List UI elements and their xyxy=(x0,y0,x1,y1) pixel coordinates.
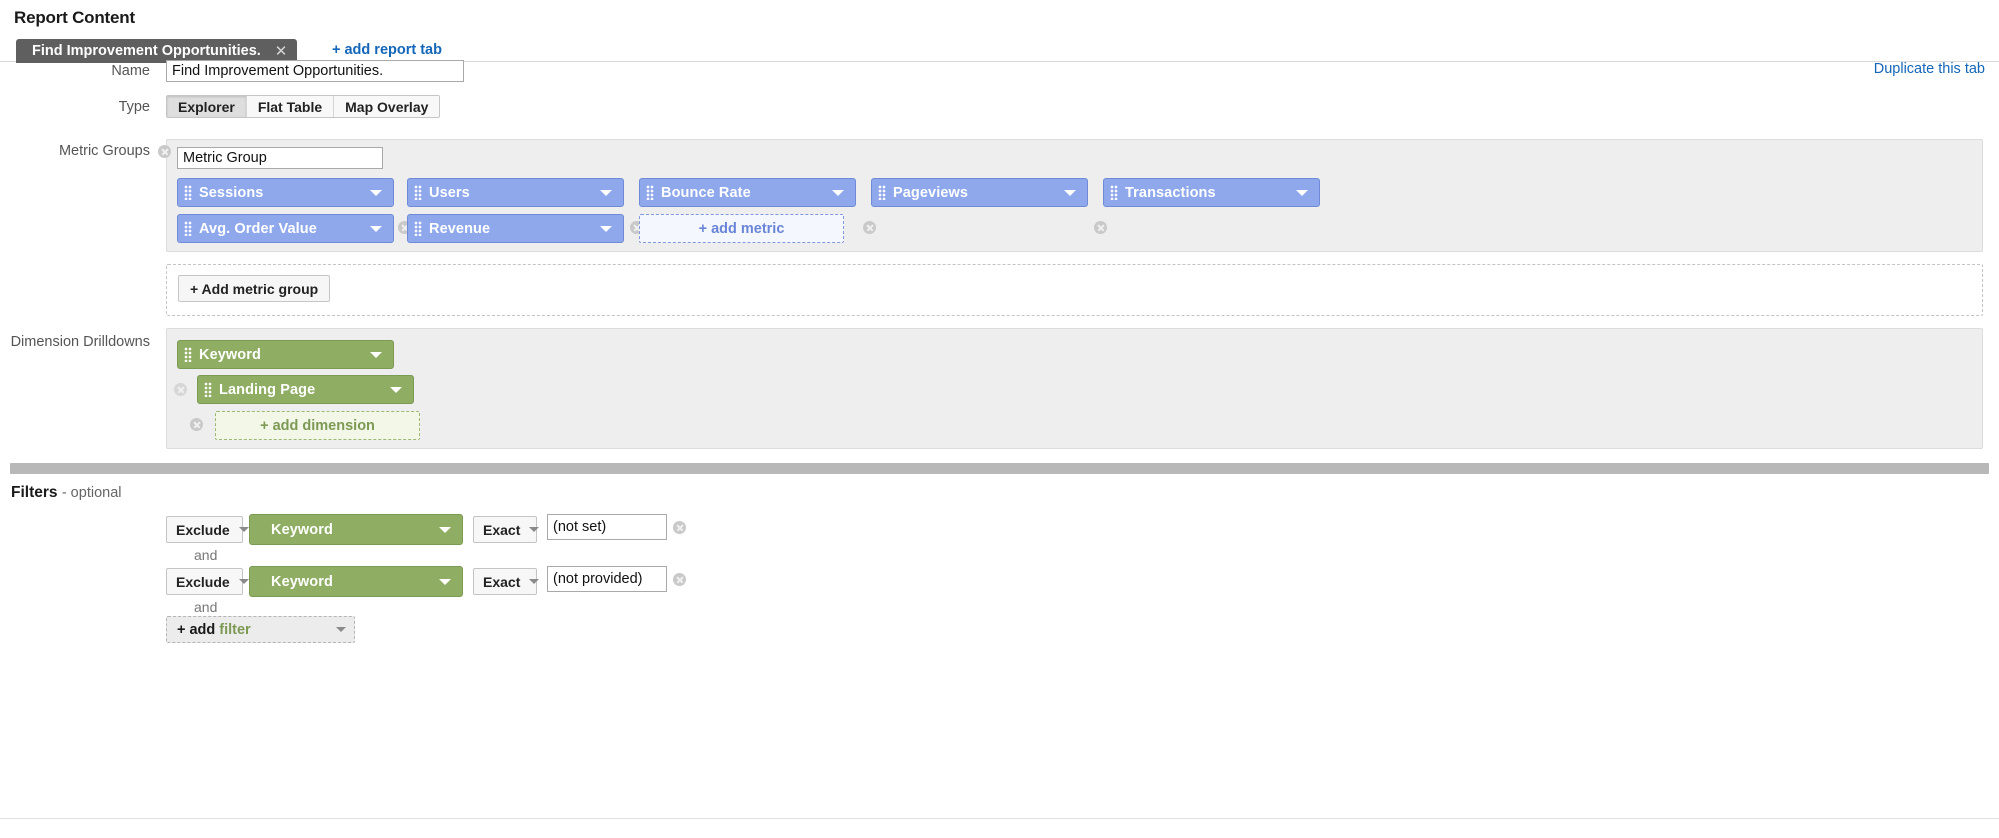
filter-conjunction-1: and xyxy=(194,547,218,563)
chevron-down-icon[interactable] xyxy=(370,225,382,232)
metric-groups-label: Metric Groups xyxy=(58,143,150,159)
metric-pill-label: Transactions xyxy=(1125,184,1216,201)
filter-dimension-label: Keyword xyxy=(271,573,333,590)
metric-pill-sessions[interactable]: Sessions xyxy=(177,178,394,207)
filters-title: Filters xyxy=(11,484,58,501)
add-filter-button[interactable]: + add filter xyxy=(166,616,355,643)
add-metric-group-strip: + Add metric group xyxy=(166,264,1983,316)
type-option-flat-table[interactable]: Flat Table xyxy=(246,96,335,117)
add-report-tab-button[interactable]: + add report tab xyxy=(332,42,442,58)
report-tab-label: Find Improvement Opportunities. xyxy=(32,43,261,59)
filters-subtitle: - optional xyxy=(61,485,122,501)
filter-match-select-1[interactable]: Exact xyxy=(473,516,540,543)
remove-dimension-icon[interactable] xyxy=(190,418,203,431)
metric-group-name-input[interactable] xyxy=(177,147,383,169)
dimension-pill-keyword[interactable]: Keyword xyxy=(177,340,394,369)
chevron-down-icon[interactable] xyxy=(238,579,249,584)
drag-handle-icon[interactable] xyxy=(184,347,193,362)
add-metric-group-button[interactable]: + Add metric group xyxy=(178,275,331,302)
filter-match-label: Exact xyxy=(483,573,521,590)
horizontal-scrollbar[interactable] xyxy=(10,463,1989,474)
drag-handle-icon[interactable] xyxy=(184,185,193,200)
remove-filter-icon[interactable] xyxy=(673,573,686,586)
drag-handle-icon[interactable] xyxy=(204,382,213,397)
chevron-down-icon[interactable] xyxy=(600,225,612,232)
close-icon[interactable]: ✕ xyxy=(275,44,288,59)
filter-mode-label: Exclude xyxy=(176,573,230,590)
filter-dimension-label: Keyword xyxy=(271,521,333,538)
bottom-divider xyxy=(0,818,1999,819)
filters-heading: Filters - optional xyxy=(11,484,121,502)
filter-mode-select-1[interactable]: Exclude xyxy=(166,516,249,543)
chevron-down-icon[interactable] xyxy=(370,351,382,358)
type-label: Type xyxy=(118,99,150,115)
metric-pill-revenue[interactable]: Revenue xyxy=(407,214,624,243)
filter-value-input-2[interactable] xyxy=(547,566,667,592)
metric-pill-transactions[interactable]: Transactions xyxy=(1103,178,1320,207)
remove-dimension-icon[interactable] xyxy=(174,383,187,396)
page-title: Report Content xyxy=(14,8,135,27)
chevron-down-icon[interactable] xyxy=(529,527,540,532)
metric-pill-avg-order-value[interactable]: Avg. Order Value xyxy=(177,214,394,243)
metric-pill-label: Users xyxy=(429,184,470,201)
chevron-down-icon[interactable] xyxy=(1064,189,1076,196)
add-filter-prefix: + add xyxy=(177,621,216,638)
dimension-pill-landing-page[interactable]: Landing Page xyxy=(197,375,414,404)
filter-mode-select-2[interactable]: Exclude xyxy=(166,568,249,595)
metric-pill-users[interactable]: Users xyxy=(407,178,624,207)
filter-dimension-pill-2[interactable]: Keyword xyxy=(249,566,463,597)
type-option-map-overlay[interactable]: Map Overlay xyxy=(334,96,440,117)
chevron-down-icon[interactable] xyxy=(439,526,451,533)
custom-report-editor: Report Content Find Improvement Opportun… xyxy=(0,0,1999,838)
duplicate-this-tab-link[interactable]: Duplicate this tab xyxy=(1874,61,1985,77)
metric-pill-pageviews[interactable]: Pageviews xyxy=(871,178,1088,207)
metric-group-panel: Sessions Users Bounce Rate Pageviews Tra… xyxy=(158,139,1983,252)
drag-handle-icon[interactable] xyxy=(184,221,193,236)
scrollbar-thumb[interactable] xyxy=(10,463,1989,474)
filter-value-input-1[interactable] xyxy=(547,514,667,540)
filter-mode-label: Exclude xyxy=(176,521,230,538)
drag-handle-icon[interactable] xyxy=(414,185,423,200)
chevron-down-icon[interactable] xyxy=(390,386,402,393)
metric-pill-bounce-rate[interactable]: Bounce Rate xyxy=(639,178,856,207)
chevron-down-icon[interactable] xyxy=(336,627,346,632)
chevron-down-icon[interactable] xyxy=(370,189,382,196)
report-tab-strip: Find Improvement Opportunities. ✕ + add … xyxy=(0,39,1999,63)
remove-metric-icon[interactable] xyxy=(863,221,876,234)
drag-handle-icon[interactable] xyxy=(1110,185,1119,200)
add-dimension-button[interactable]: + add dimension xyxy=(215,411,420,440)
dimension-pill-label: Keyword xyxy=(199,346,261,363)
filter-match-select-2[interactable]: Exact xyxy=(473,568,540,595)
drag-handle-icon[interactable] xyxy=(878,185,887,200)
name-label: Name xyxy=(111,63,150,79)
dimension-pill-label: Landing Page xyxy=(219,381,316,398)
filter-match-label: Exact xyxy=(483,521,521,538)
metric-pill-label: Sessions xyxy=(199,184,264,201)
add-filter-word: filter xyxy=(219,621,251,638)
add-metric-button[interactable]: + add metric xyxy=(639,214,844,243)
report-name-input[interactable] xyxy=(166,60,464,82)
remove-metric-group-icon[interactable] xyxy=(158,145,171,158)
remove-filter-icon[interactable] xyxy=(673,521,686,534)
dimension-drilldowns-panel: Keyword Landing Page + add dimension xyxy=(166,328,1983,449)
metric-pill-label: Avg. Order Value xyxy=(199,220,317,237)
chevron-down-icon[interactable] xyxy=(600,189,612,196)
filter-dimension-pill-1[interactable]: Keyword xyxy=(249,514,463,545)
type-option-explorer[interactable]: Explorer xyxy=(167,96,247,117)
chevron-down-icon[interactable] xyxy=(1296,189,1308,196)
report-type-toggle: Explorer Flat Table Map Overlay xyxy=(166,95,441,118)
metric-pill-label: Pageviews xyxy=(893,184,969,201)
metric-pill-label: Bounce Rate xyxy=(661,184,751,201)
metric-pill-label: Revenue xyxy=(429,220,491,237)
remove-metric-icon[interactable] xyxy=(1094,221,1107,234)
filter-conjunction-2: and xyxy=(194,599,218,615)
chevron-down-icon[interactable] xyxy=(439,578,451,585)
chevron-down-icon[interactable] xyxy=(832,189,844,196)
dimension-drilldowns-label: Dimension Drilldowns xyxy=(10,334,150,350)
drag-handle-icon[interactable] xyxy=(414,221,423,236)
chevron-down-icon[interactable] xyxy=(529,579,540,584)
drag-handle-icon[interactable] xyxy=(646,185,655,200)
chevron-down-icon[interactable] xyxy=(238,527,249,532)
